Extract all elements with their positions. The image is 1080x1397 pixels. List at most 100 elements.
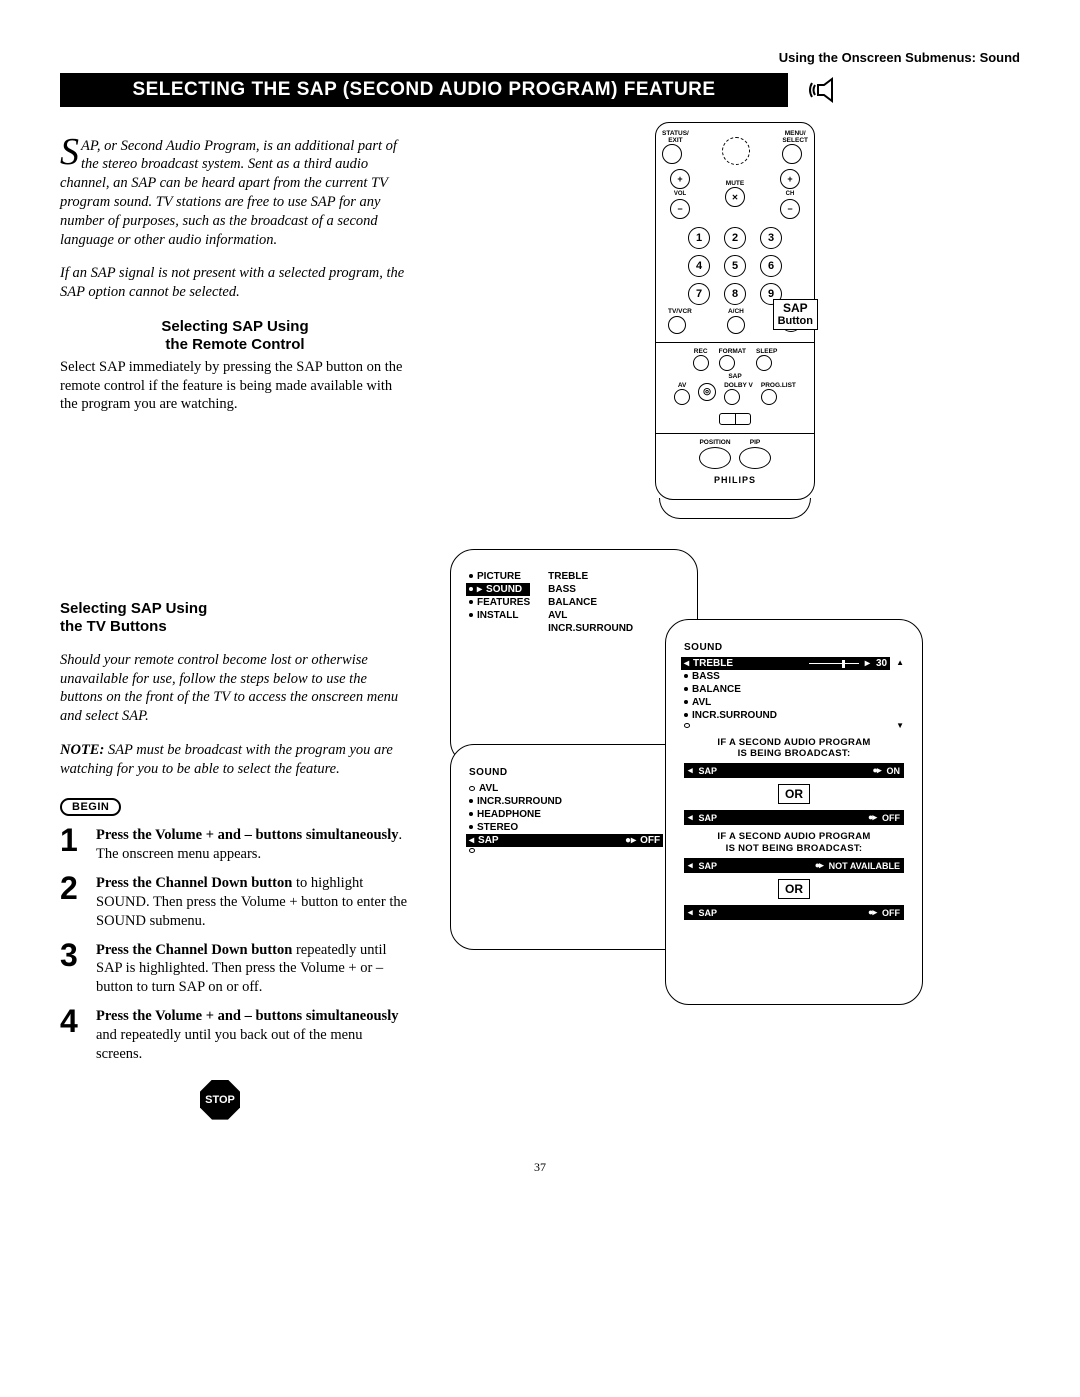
s3-balance: BALANCE <box>692 684 741 695</box>
s2-title: SOUND <box>469 767 679 778</box>
av-button[interactable] <box>674 389 690 405</box>
step-4-bold: Press the Volume + and – buttons simulta… <box>96 1008 398 1024</box>
num-4-button[interactable]: 4 <box>688 255 710 277</box>
status-exit-button[interactable] <box>662 144 682 164</box>
menu-install: INSTALL <box>477 610 518 621</box>
menu-incr-surround: INCR.SURROUND <box>548 623 633 634</box>
scroll-down-icon <box>896 720 904 731</box>
menu-features: FEATURES <box>477 597 530 608</box>
step-1-num: 1 <box>60 826 86 864</box>
step-4-num: 4 <box>60 1007 86 1064</box>
vol-label: VOL <box>674 191 686 197</box>
section-remote-body: Select SAP immediately by pressing the S… <box>60 358 410 415</box>
num-5-button[interactable]: 5 <box>724 255 746 277</box>
num-2-button[interactable]: 2 <box>724 227 746 249</box>
stop-text: STOP <box>205 1094 235 1106</box>
caption-broadcast: IF A SECOND AUDIO PROGRAMIS BEING BROADC… <box>684 737 904 760</box>
intro-paragraph-2: If an SAP signal is not present with a s… <box>60 264 410 302</box>
vol-down-button[interactable]: − <box>670 199 690 219</box>
step-2-num: 2 <box>60 874 86 931</box>
remote-base <box>659 498 811 519</box>
tvvcr-button[interactable] <box>668 316 686 334</box>
rec-label: REC <box>693 349 709 356</box>
page-number: 37 <box>60 1160 1020 1175</box>
ch-up-button[interactable]: + <box>780 169 800 189</box>
dolbyv-button[interactable] <box>724 389 740 405</box>
step-2-bold: Press the Channel Down button <box>96 875 292 891</box>
or-label-2: OR <box>778 879 810 899</box>
note-label: NOTE: <box>60 742 104 758</box>
s2-incr: INCR.SURROUND <box>477 796 562 807</box>
menu-bass: BASS <box>548 584 576 595</box>
mute-button[interactable]: ✕ <box>725 187 745 207</box>
power-button[interactable] <box>722 137 750 165</box>
caption-not-broadcast: IF A SECOND AUDIO PROGRAMIS NOT BEING BR… <box>684 831 904 854</box>
sap-btn-label: SAP <box>728 373 741 380</box>
intro-paragraph-1: SSAP, or Second Audio Program, is an add… <box>60 137 410 250</box>
section-tvbuttons-note: NOTE: SAP must be broadcast with the pro… <box>60 741 410 779</box>
brand-label: PHILIPS <box>662 475 808 485</box>
tvvcr-label: TV/VCR <box>668 309 692 316</box>
s2-headphone: HEADPHONE <box>477 809 541 820</box>
center-ring-button[interactable]: ◎ <box>698 383 716 401</box>
menu-select-label: MENU/ SELECT <box>782 131 808 144</box>
menu-balance: BALANCE <box>548 597 597 608</box>
rec-button[interactable] <box>693 355 709 371</box>
step-3-num: 3 <box>60 941 86 998</box>
section2-h-l2: the TV Buttons <box>60 618 167 635</box>
num-3-button[interactable]: 3 <box>760 227 782 249</box>
sap-callout-l2: Button <box>778 315 813 327</box>
ach-button[interactable] <box>727 316 745 334</box>
sap-callout: SAP Button <box>773 299 818 330</box>
s2-sap-value: OFF <box>640 835 660 846</box>
menu-select-button[interactable] <box>782 144 802 164</box>
ch-label: CH <box>786 191 795 197</box>
breadcrumb: Using the Onscreen Submenus: Sound <box>60 50 1020 65</box>
step-2: 2 Press the Channel Down button to highl… <box>60 874 410 931</box>
section-tvbuttons-intro: Should your remote control become lost o… <box>60 651 410 726</box>
section2-h-l1: Selecting SAP Using <box>60 600 207 617</box>
s3-treble-val: 30 <box>876 658 887 669</box>
step-4-rest: and repeatedly until you back out of the… <box>96 1027 363 1062</box>
ch-down-button[interactable]: − <box>780 199 800 219</box>
sleep-button[interactable] <box>756 355 772 371</box>
position-button[interactable] <box>699 447 731 469</box>
s3-treble: TREBLE <box>693 658 733 669</box>
menu-sound: SOUND <box>486 584 522 595</box>
num-6-button[interactable]: 6 <box>760 255 782 277</box>
pip-button[interactable] <box>739 447 771 469</box>
format-button[interactable] <box>719 355 735 371</box>
num-1-button[interactable]: 1 <box>688 227 710 249</box>
dolbyv-label: DOLBY V <box>724 383 753 390</box>
sap-off2-row: ◂SAP●▸OFF <box>684 905 904 920</box>
remote-diagram: STATUS/ EXIT MENU/ SELECT + VOL − <box>655 122 815 519</box>
vol-up-button[interactable]: + <box>670 169 690 189</box>
s2-avl: AVL <box>479 783 498 794</box>
speaker-icon <box>808 75 846 105</box>
sap-callout-l1: SAP <box>778 302 813 315</box>
or-label-1: OR <box>778 784 810 804</box>
status-exit-label: STATUS/ EXIT <box>662 131 689 144</box>
pip-label: PIP <box>739 440 771 447</box>
screen-sound-submenu: SOUND AVL INCR.SURROUND HEADPHONE STEREO… <box>450 744 698 950</box>
num-8-button[interactable]: 8 <box>724 283 746 305</box>
num-7-button[interactable]: 7 <box>688 283 710 305</box>
s3-title: SOUND <box>684 642 904 653</box>
menu-picture: PICTURE <box>477 571 521 582</box>
s3-avl: AVL <box>692 697 711 708</box>
step-3: 3 Press the Channel Down button repeated… <box>60 941 410 998</box>
page-title: SELECTING THE SAP (SECOND AUDIO PROGRAM)… <box>60 73 788 107</box>
dropcap: S <box>60 137 81 167</box>
sap-off-row: ◂SAP●▸OFF <box>684 810 904 825</box>
s3-bass: BASS <box>692 671 720 682</box>
s2-stereo: STEREO <box>477 822 518 833</box>
format-label: FORMAT <box>719 349 746 356</box>
stop-badge: STOP <box>200 1080 240 1120</box>
sap-on-row: ◂SAP●▸ON <box>684 763 904 778</box>
note-body: SAP must be broadcast with the program y… <box>60 742 393 777</box>
proglist-button[interactable] <box>761 389 777 405</box>
ach-label: A/CH <box>727 309 745 316</box>
section1-h-l1: Selecting SAP Using <box>161 318 308 335</box>
s3-incr: INCR.SURROUND <box>692 710 777 721</box>
step-3-bold: Press the Channel Down button <box>96 942 292 958</box>
